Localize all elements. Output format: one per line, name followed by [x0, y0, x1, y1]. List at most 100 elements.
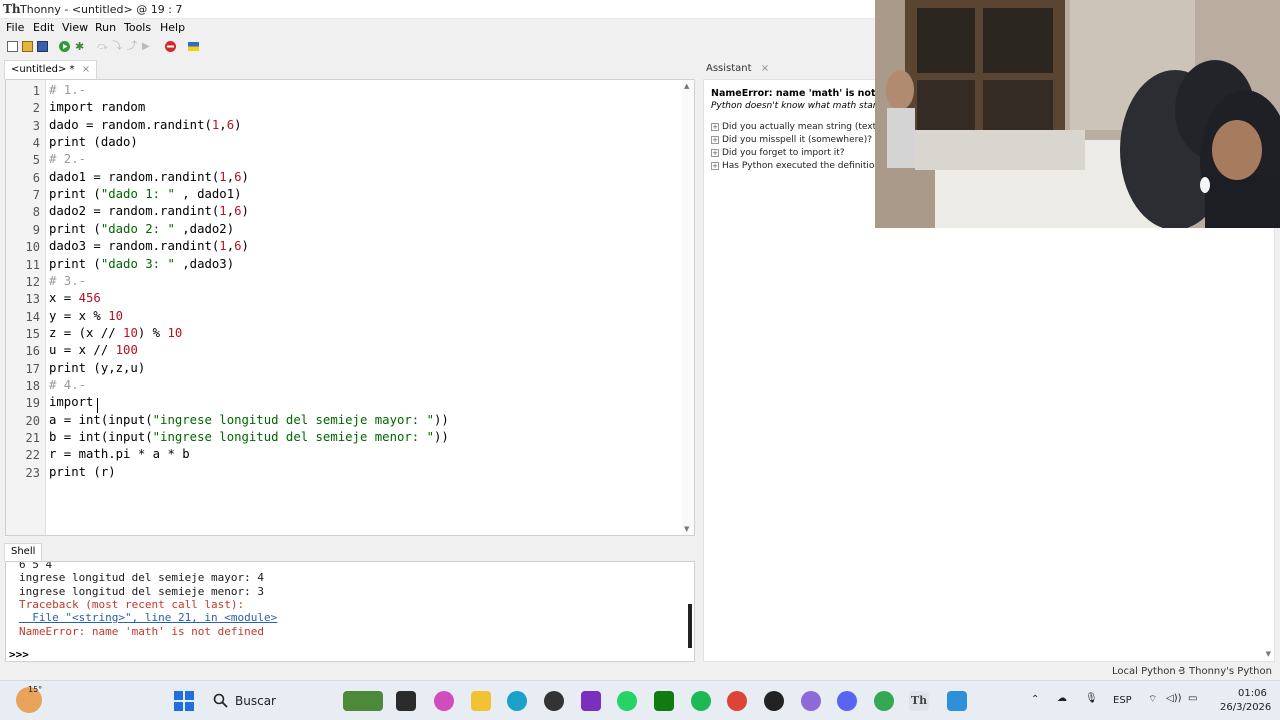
discord-icon[interactable] [837, 691, 857, 711]
code-line[interactable]: r = math.pi * a * b [49, 447, 190, 461]
new-file-icon[interactable] [7, 41, 18, 52]
expand-icon[interactable]: + [711, 148, 719, 157]
editor-scrollbar[interactable]: ▲ ▼ [682, 80, 694, 535]
menu-view[interactable]: View [62, 21, 88, 34]
code-line[interactable]: u = x // 100 [49, 343, 138, 357]
scroll-down-icon[interactable]: ▼ [684, 525, 689, 533]
chatgpt-icon[interactable] [544, 691, 564, 711]
code-line[interactable]: print ("dado 2: " ,dado2) [49, 222, 234, 236]
windows-start-icon[interactable] [174, 691, 194, 711]
chrome-icon[interactable] [874, 691, 894, 711]
code-line[interactable]: # 3.- [49, 274, 86, 288]
ukraine-flag-icon[interactable] [188, 41, 199, 52]
tab-assistant[interactable]: Assistant × [700, 60, 775, 79]
chevron-up-icon[interactable]: ⌃ [1031, 694, 1039, 705]
cloud-icon[interactable]: ☁ [1057, 693, 1067, 704]
code-line[interactable]: import [49, 395, 93, 409]
chrome-icon[interactable] [727, 691, 747, 711]
spotify-icon[interactable] [691, 691, 711, 711]
interpreter-status[interactable]: Local Python 3 [1112, 666, 1185, 677]
debug-icon[interactable]: ✱ [75, 41, 86, 52]
line-number: 21 [25, 431, 40, 445]
code-line[interactable]: a = int(input("ingrese longitud del semi… [49, 413, 449, 427]
task-view-icon[interactable] [396, 691, 416, 711]
shell-scrollbar[interactable] [688, 604, 692, 648]
microphone-icon[interactable]: 🎙 [1085, 693, 1098, 704]
status-bar: Local Python 3 • Thonny's Python [0, 662, 1280, 680]
code-line[interactable]: import random [49, 100, 145, 114]
language-indicator[interactable]: ESP [1113, 695, 1132, 706]
code-line[interactable]: print (r) [49, 465, 116, 479]
line-number: 8 [32, 205, 40, 220]
edge-icon[interactable] [507, 691, 527, 711]
code-line[interactable]: dado2 = random.randint(1,6) [49, 204, 249, 218]
code-line[interactable]: print (dado) [49, 135, 138, 149]
close-icon[interactable]: × [761, 63, 769, 74]
menu-run[interactable]: Run [95, 21, 116, 34]
code-line[interactable]: dado1 = random.randint(1,6) [49, 170, 249, 184]
thonny-logo-icon: Th [3, 2, 21, 16]
status-separator: • [1177, 666, 1183, 677]
wifi-icon[interactable]: ⌔ [1148, 693, 1157, 706]
line-number: 4 [32, 136, 40, 151]
code-line[interactable]: print ("dado 1: " , dado1) [49, 187, 242, 201]
code-line[interactable]: # 1.- [49, 83, 86, 97]
weather-icon[interactable]: 15° [16, 685, 42, 713]
code-line[interactable]: dado = random.randint(1,6) [49, 118, 242, 132]
whatsapp-icon[interactable] [617, 691, 637, 711]
code-line[interactable]: dado3 = random.randint(1,6) [49, 239, 249, 253]
run-icon[interactable] [59, 41, 70, 52]
menu-help[interactable]: Help [160, 21, 185, 34]
code-line[interactable]: print (y,z,u) [49, 361, 145, 375]
taskbar-search[interactable]: Buscar [204, 688, 324, 714]
obs-icon[interactable] [764, 691, 784, 711]
suggestion-item[interactable]: + Did you forget to import it? [711, 148, 845, 158]
save-icon[interactable] [37, 41, 48, 52]
traceback-link[interactable]: File "<string>", line 21, in <module> [19, 611, 277, 624]
code-line[interactable]: x = 456 [49, 291, 101, 305]
line-number: 14 [25, 309, 40, 324]
file-explorer-icon[interactable] [471, 691, 491, 711]
suggestion-item[interactable]: + Did you misspell it (somewhere)? [711, 135, 872, 145]
shell-line: NameError: name 'math' is not defined [19, 624, 265, 638]
volume-icon[interactable]: ◁)) [1166, 693, 1182, 704]
expand-icon[interactable]: + [711, 161, 719, 170]
battery-icon[interactable]: ▭ [1188, 693, 1197, 704]
stop-icon[interactable] [165, 41, 176, 52]
windows-taskbar: 15° Buscar Th ⌃ ☁ 🎙 ESP ⌔ ◁)) ▭ 01:06 26… [0, 680, 1280, 720]
open-folder-icon[interactable] [22, 41, 33, 52]
menu-edit[interactable]: Edit [33, 21, 54, 34]
code-line[interactable]: b = int(input("ingrese longitud del semi… [49, 430, 449, 444]
menu-file[interactable]: File [6, 21, 24, 34]
thonny-taskbar-icon[interactable]: Th [909, 691, 929, 711]
webcam-overlay [875, 0, 1280, 228]
clock-time[interactable]: 01:06 [1238, 688, 1267, 699]
tab-shell[interactable]: Shell [4, 543, 43, 561]
suggestion-item[interactable]: + Has Python executed the definition [711, 161, 880, 171]
app-icon[interactable] [801, 691, 821, 711]
search-highlight-icon[interactable] [343, 691, 383, 711]
shell-panel[interactable]: 6 5 4 ingrese longitud del semieje mayor:… [5, 561, 695, 662]
tab-untitled[interactable]: <untitled> * × [4, 60, 98, 79]
clock-date[interactable]: 26/3/2026 [1220, 702, 1271, 713]
expand-icon[interactable]: + [711, 122, 719, 131]
code-editor[interactable]: 1 2 3 4 5 6 7 8 9 10 11 12 13 14 15 16 17 18 19 20 21 22 23 # … [5, 79, 695, 536]
code-line[interactable]: y = x % 10 [49, 309, 123, 323]
close-icon[interactable]: × [82, 64, 90, 75]
code-line[interactable]: print ("dado 3: " ,dado3) [49, 257, 234, 271]
suggestion-item[interactable]: + Did you actually mean string (text) [711, 122, 880, 132]
notepad-icon[interactable] [947, 691, 967, 711]
copilot-icon[interactable] [434, 691, 454, 711]
line-number: 10 [25, 240, 40, 255]
expand-icon[interactable]: + [711, 135, 719, 144]
scroll-up-icon[interactable]: ▲ [684, 82, 689, 90]
interpreter-mode[interactable]: Thonny's Python [1189, 666, 1272, 677]
app-icon[interactable] [581, 691, 601, 711]
xbox-icon[interactable] [654, 691, 674, 711]
scroll-down-icon[interactable]: ▼ [1266, 650, 1271, 658]
shell-prompt[interactable]: >>> [9, 648, 29, 661]
menu-tools[interactable]: Tools [124, 21, 151, 34]
code-line[interactable]: # 4.- [49, 378, 86, 392]
code-line[interactable]: z = (x // 10) % 10 [49, 326, 182, 340]
code-line[interactable]: # 2.- [49, 152, 86, 166]
